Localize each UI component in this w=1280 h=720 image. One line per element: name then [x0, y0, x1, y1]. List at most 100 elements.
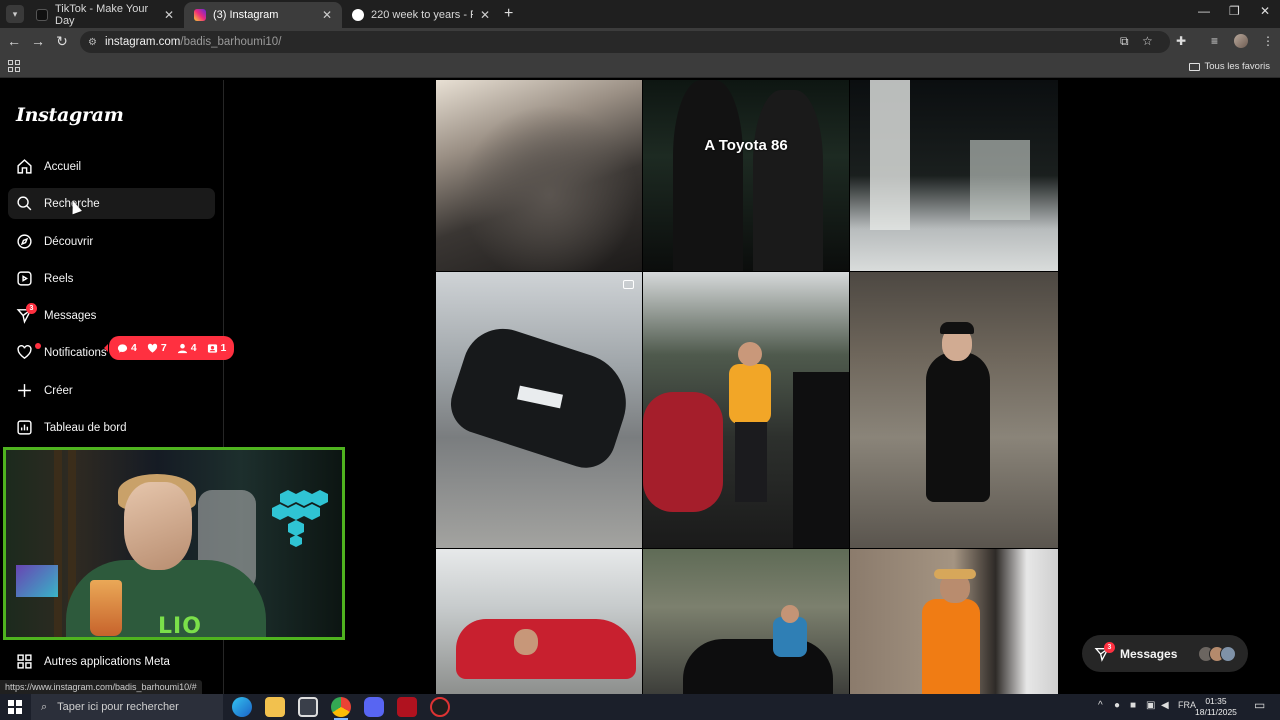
url-host: instagram.com [104, 36, 181, 48]
reload-button[interactable]: ↻ [53, 33, 71, 50]
url-path: /badis_barhoumi10/ [180, 36, 282, 48]
post-thumbnail[interactable] [643, 549, 849, 694]
back-button[interactable]: ← [5, 33, 23, 49]
comment-icon [117, 343, 128, 353]
close-icon[interactable]: ✕ [164, 8, 174, 22]
edge-icon[interactable] [232, 697, 252, 717]
post-thumbnail[interactable] [436, 80, 642, 271]
browser-tab-strip: ▾ TikTok - Make Your Day ✕ (3) Instagram… [0, 0, 1280, 28]
taskbar-search[interactable]: ⌕ Taper ici pour rechercher [31, 694, 223, 720]
nav-label: Notifications [44, 346, 107, 359]
nav-notifications[interactable]: Notifications [8, 337, 107, 368]
instagram-icon [194, 9, 206, 21]
search-icon [17, 196, 32, 211]
nav-dashboard[interactable]: Tableau de bord [8, 412, 215, 443]
discord-icon[interactable] [364, 697, 384, 717]
comments-count-value: 4 [131, 342, 137, 354]
tab-instagram[interactable]: (3) Instagram ✕ [184, 2, 342, 28]
microphone-icon[interactable]: ● [1114, 700, 1120, 711]
nav-explore[interactable]: Découvrir [8, 226, 215, 257]
clock-date: 18/11/2025 [1195, 707, 1237, 717]
tab-title: 220 week to years - Recherche [371, 9, 473, 21]
menu-icon[interactable]: ⋮ [1262, 34, 1274, 48]
post-thumbnail[interactable]: A Toyota 86 [643, 80, 849, 271]
nav-create[interactable]: Créer [8, 375, 215, 406]
windows-start-icon[interactable] [8, 700, 22, 714]
nav-search[interactable]: Recherche [8, 188, 215, 219]
messages-badge: 3 [26, 303, 37, 314]
tab-title: TikTok - Make Your Day [55, 3, 149, 27]
compass-icon [17, 234, 32, 249]
search-icon: ⌕ [41, 700, 48, 713]
store-icon[interactable] [298, 697, 318, 717]
language-indicator[interactable]: FRA [1178, 700, 1196, 710]
post-thumbnail[interactable] [436, 272, 642, 548]
all-bookmarks-button[interactable]: Tous les favoris [1188, 61, 1270, 72]
windows-taskbar: ⌕ Taper ici pour rechercher ^ ● ■ ▣ ◀ FR… [0, 694, 1280, 720]
home-icon [17, 159, 32, 174]
bookmark-star-icon[interactable]: ☆ [1142, 34, 1153, 48]
nav-label: Découvrir [44, 235, 94, 248]
monitor-glow [16, 565, 58, 597]
tab-google[interactable]: 220 week to years - Recherche ✕ [342, 2, 500, 28]
close-icon[interactable]: ✕ [322, 8, 332, 22]
forward-button[interactable]: → [29, 33, 47, 49]
reel-icon [623, 280, 634, 289]
apps-icon[interactable] [8, 60, 20, 72]
install-app-icon[interactable]: ⧉ [1120, 34, 1129, 49]
link-status-bar: https://www.instagram.com/badis_barhoumi… [0, 680, 202, 694]
nav-reels[interactable]: Reels [8, 263, 215, 294]
post-thumbnail[interactable] [850, 549, 1058, 694]
new-tab-button[interactable]: + [504, 5, 513, 23]
volume-icon[interactable]: ◀ [1161, 700, 1169, 711]
taskbar-clock[interactable]: 01:35 18/11/2025 [1195, 696, 1237, 718]
address-bar[interactable]: ⚙ instagram.com/badis_barhoumi10/ [80, 31, 1170, 53]
post-thumbnail[interactable] [643, 272, 849, 548]
streaming-app-icon[interactable] [397, 697, 417, 717]
post-thumbnail[interactable] [436, 549, 642, 694]
clock-time: 01:35 [1205, 696, 1227, 706]
person-icon [177, 343, 187, 353]
nav-home[interactable]: Accueil [8, 151, 215, 182]
notifications-summary-pill[interactable]: 4 7 4 1 [103, 336, 235, 360]
close-window-button[interactable]: ✕ [1260, 4, 1270, 18]
streamer-face [124, 482, 192, 570]
profile-avatar[interactable] [1234, 34, 1248, 48]
obs-icon[interactable] [430, 697, 450, 717]
messages-pill-label: Messages [1120, 646, 1178, 661]
post-thumbnail[interactable] [850, 80, 1058, 271]
nav-more-meta-apps[interactable]: Autres applications Meta [8, 646, 170, 677]
nav-label: Reels [44, 272, 74, 285]
post-thumbnail[interactable] [850, 272, 1058, 548]
minimize-button[interactable]: — [1198, 4, 1210, 18]
plus-icon [18, 384, 31, 397]
close-icon[interactable]: ✕ [480, 8, 490, 22]
taskbar-search-placeholder: Taper ici pour rechercher [57, 701, 179, 713]
media-control-icon[interactable]: ≡ [1211, 34, 1218, 48]
avatar [1220, 646, 1236, 662]
chrome-icon[interactable] [331, 697, 351, 720]
extensions-icon[interactable]: ✚ [1176, 34, 1186, 48]
tiktok-icon [36, 9, 48, 21]
reels-icon [17, 271, 32, 286]
nav-messages[interactable]: 3 Messages [8, 300, 215, 331]
tag-person-icon [207, 343, 217, 353]
site-info-icon[interactable]: ⚙ [88, 37, 97, 48]
chart-icon [17, 420, 32, 435]
follows-count-value: 4 [190, 342, 197, 354]
browser-toolbar: ← → ↻ ⚙ instagram.com/badis_barhoumi10/ … [0, 28, 1280, 56]
messages-floating-button[interactable]: 3 Messages [1082, 635, 1248, 672]
network-icon[interactable]: ▣ [1146, 700, 1155, 711]
screen: ▾ TikTok - Make Your Day ✕ (3) Instagram… [0, 0, 1280, 720]
notification-center-icon[interactable]: ▭ [1254, 698, 1265, 712]
instagram-logo[interactable]: Instagram [16, 104, 124, 126]
bookmarks-bar [0, 56, 1280, 78]
tab-tiktok[interactable]: TikTok - Make Your Day ✕ [26, 2, 184, 28]
restore-button[interactable]: ❐ [1229, 4, 1240, 18]
tags-count: 1 [207, 342, 226, 354]
tray-app-icon[interactable]: ■ [1130, 700, 1136, 711]
file-explorer-icon[interactable] [265, 697, 285, 717]
follows-count: 4 [177, 342, 197, 354]
tray-overflow-icon[interactable]: ^ [1098, 700, 1103, 711]
tab-search-button[interactable]: ▾ [6, 5, 24, 23]
